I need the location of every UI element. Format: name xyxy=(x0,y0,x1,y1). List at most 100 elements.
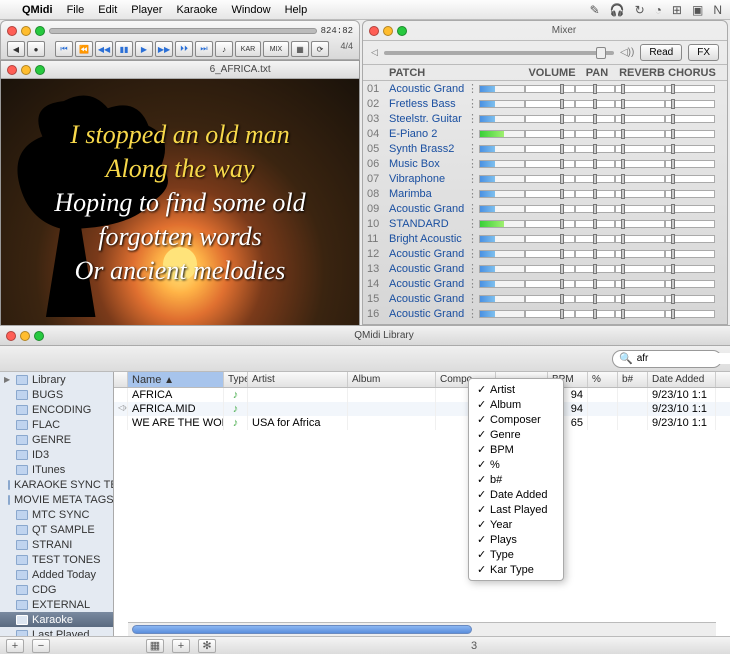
sidebar-item[interactable]: ▶Library xyxy=(0,372,113,387)
col-type[interactable]: Type xyxy=(224,372,248,387)
track-chorus-slider[interactable] xyxy=(665,280,715,288)
track-patch[interactable]: Acoustic Grand xyxy=(389,293,467,305)
zoom-icon[interactable] xyxy=(35,26,45,36)
track-volume-slider[interactable] xyxy=(525,250,575,258)
sync-icon[interactable]: ↻ xyxy=(635,3,645,17)
track-menu-icon[interactable]: ⋮ xyxy=(467,127,479,140)
close-icon[interactable] xyxy=(7,26,17,36)
view-button[interactable]: ▦ xyxy=(146,639,164,653)
track-pan-slider[interactable] xyxy=(575,145,615,153)
track-pan-slider[interactable] xyxy=(575,190,615,198)
app-name[interactable]: QMidi xyxy=(22,4,53,16)
col-bnum[interactable]: b# xyxy=(618,372,648,387)
track-patch[interactable]: Synth Brass2 xyxy=(389,143,467,155)
track-reverb-slider[interactable] xyxy=(615,115,665,123)
track-pan-slider[interactable] xyxy=(575,220,615,228)
headphones-icon[interactable]: 🎧 xyxy=(610,3,625,17)
track-chorus-slider[interactable] xyxy=(665,100,715,108)
next-button[interactable]: ▶▶ xyxy=(155,41,173,57)
sidebar-item[interactable]: QT SAMPLE xyxy=(0,522,113,537)
col-album[interactable]: Album xyxy=(348,372,436,387)
col-pct[interactable]: % xyxy=(588,372,618,387)
track-chorus-slider[interactable] xyxy=(665,220,715,228)
track-volume-slider[interactable] xyxy=(525,175,575,183)
track-reverb-slider[interactable] xyxy=(615,235,665,243)
track-menu-icon[interactable]: ⋮ xyxy=(467,217,479,230)
table-row[interactable]: AFRICA♪949/23/10 1:1 xyxy=(114,388,730,402)
menu-player[interactable]: Player xyxy=(131,4,162,16)
track-menu-icon[interactable]: ⋮ xyxy=(467,307,479,320)
track-patch[interactable]: Steelstr. Guitar xyxy=(389,113,467,125)
add2-button[interactable]: + xyxy=(172,639,190,653)
track-reverb-slider[interactable] xyxy=(615,85,665,93)
sidebar-item[interactable]: CDG xyxy=(0,582,113,597)
sidebar-item[interactable]: ENCODING xyxy=(0,402,113,417)
track-menu-icon[interactable]: ⋮ xyxy=(467,232,479,245)
track-pan-slider[interactable] xyxy=(575,205,615,213)
master-volume-slider[interactable] xyxy=(384,51,614,55)
loop-button[interactable]: ⟳ xyxy=(311,41,329,57)
col-name[interactable]: Name ▲ xyxy=(128,372,224,387)
menu-karaoke[interactable]: Karaoke xyxy=(176,4,217,16)
context-menu-item[interactable]: ✓Plays xyxy=(469,532,563,547)
rewind-button[interactable]: ⏪ xyxy=(75,41,93,57)
record-button[interactable]: ● xyxy=(27,41,45,57)
track-menu-icon[interactable]: ⋮ xyxy=(467,202,479,215)
sidebar-item[interactable]: Karaoke xyxy=(0,612,113,627)
track-chorus-slider[interactable] xyxy=(665,175,715,183)
track-reverb-slider[interactable] xyxy=(615,175,665,183)
track-chorus-slider[interactable] xyxy=(665,295,715,303)
track-reverb-slider[interactable] xyxy=(615,295,665,303)
track-volume-slider[interactable] xyxy=(525,115,575,123)
track-chorus-slider[interactable] xyxy=(665,85,715,93)
track-pan-slider[interactable] xyxy=(575,295,615,303)
context-menu-item[interactable]: ✓Genre xyxy=(469,427,563,442)
track-patch[interactable]: Fretless Bass xyxy=(389,98,467,110)
track-patch[interactable]: Music Box xyxy=(389,158,467,170)
track-volume-slider[interactable] xyxy=(525,190,575,198)
track-menu-icon[interactable]: ⋮ xyxy=(467,262,479,275)
track-menu-icon[interactable]: ⋮ xyxy=(467,157,479,170)
sidebar-item[interactable]: KARAOKE SYNC TEXT xyxy=(0,477,113,492)
skip-end-button[interactable]: ⏭ xyxy=(195,41,213,57)
track-patch[interactable]: Acoustic Grand xyxy=(389,203,467,215)
context-menu-item[interactable]: ✓Composer xyxy=(469,412,563,427)
zoom-icon[interactable] xyxy=(34,331,44,341)
fx-button[interactable]: FX xyxy=(688,44,719,61)
context-menu-item[interactable]: ✓Kar Type xyxy=(469,562,563,577)
track-patch[interactable]: Bright Acoustic xyxy=(389,233,467,245)
track-reverb-slider[interactable] xyxy=(615,100,665,108)
track-patch[interactable]: E-Piano 2 xyxy=(389,128,467,140)
speaker-button[interactable]: ◀ xyxy=(7,41,25,57)
track-chorus-slider[interactable] xyxy=(665,310,715,318)
sidebar-item[interactable]: Last Played xyxy=(0,627,113,636)
col-artist[interactable]: Artist xyxy=(248,372,348,387)
context-menu-item[interactable]: ✓Artist xyxy=(469,382,563,397)
context-menu-item[interactable]: ✓b# xyxy=(469,472,563,487)
prev-button[interactable]: ◀◀ xyxy=(95,41,113,57)
track-chorus-slider[interactable] xyxy=(665,145,715,153)
track-patch[interactable]: Acoustic Grand xyxy=(389,308,467,320)
menu-edit[interactable]: Edit xyxy=(98,4,117,16)
track-pan-slider[interactable] xyxy=(575,85,615,93)
play-button[interactable]: ▶ xyxy=(135,41,153,57)
sidebar-item[interactable]: ID3 xyxy=(0,447,113,462)
track-reverb-slider[interactable] xyxy=(615,250,665,258)
close-icon[interactable] xyxy=(7,65,17,75)
minimize-icon[interactable] xyxy=(20,331,30,341)
track-patch[interactable]: Acoustic Grand xyxy=(389,83,467,95)
close-icon[interactable] xyxy=(6,331,16,341)
track-pan-slider[interactable] xyxy=(575,250,615,258)
track-volume-slider[interactable] xyxy=(525,85,575,93)
track-reverb-slider[interactable] xyxy=(615,160,665,168)
track-patch[interactable]: Marimba xyxy=(389,188,467,200)
ffwd-button[interactable]: ⏵⏵ xyxy=(175,41,193,57)
search-field[interactable]: 🔍 ⓧ xyxy=(612,350,722,368)
track-patch[interactable]: Acoustic Grand xyxy=(389,278,467,290)
context-menu-item[interactable]: ✓Year xyxy=(469,517,563,532)
track-pan-slider[interactable] xyxy=(575,175,615,183)
track-menu-icon[interactable]: ⋮ xyxy=(467,247,479,260)
display-icon[interactable]: ⊞ xyxy=(672,3,682,17)
menu-file[interactable]: File xyxy=(67,4,85,16)
context-menu-item[interactable]: ✓% xyxy=(469,457,563,472)
